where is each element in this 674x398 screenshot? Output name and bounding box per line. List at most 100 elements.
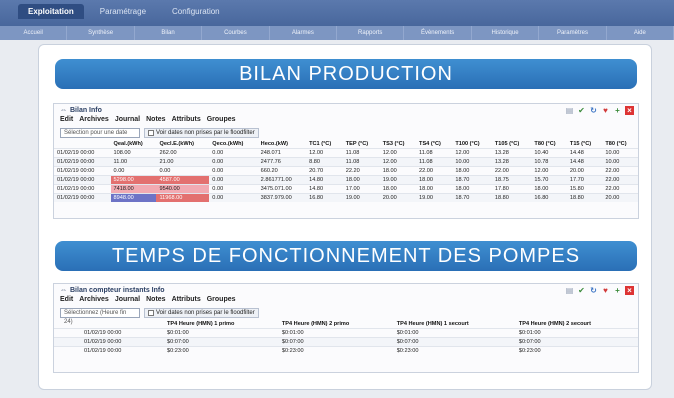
date-select[interactable]: Sélectionnez (Heure fin 24) <box>60 308 140 325</box>
table-cell: 660.20 <box>257 166 307 176</box>
date-select[interactable]: Sélection pour une date <box>60 128 140 138</box>
checkbox-label: Voir dates non prises par le floodfilter <box>156 309 255 316</box>
subnav-item[interactable]: Évènements <box>404 26 472 40</box>
column-header: TEP (°C) <box>345 141 369 147</box>
subnav-item[interactable]: Courbes <box>202 26 270 40</box>
top-tabs: Exploitation Paramétrage Configuration <box>18 4 230 19</box>
menu-notes[interactable]: Notes <box>146 296 165 306</box>
table-row[interactable]: 01/02/19 00:00 108.00 262.00 0.00 248.071 12.… <box>54 148 638 158</box>
pompes-menu: Edit Archives Journal Notes Attributs Gr… <box>54 296 638 306</box>
menu-edit[interactable]: Edit <box>60 116 73 126</box>
panel-title-text: Bilan compteur instants Info <box>70 286 165 294</box>
column-header <box>54 140 111 149</box>
menu-groupes[interactable]: Groupes <box>207 296 236 306</box>
column-header: TP4 Heure (HMN) 1 primo <box>167 321 235 327</box>
checkbox-box[interactable] <box>148 310 154 316</box>
table-cell: 18.00 <box>531 184 567 194</box>
menu-attributs[interactable]: Attributs <box>172 116 201 126</box>
table-cell: 18.80 <box>566 193 603 202</box>
table-cell: 18.00 <box>379 166 417 176</box>
menu-journal[interactable]: Journal <box>115 116 140 126</box>
table-cell: 8.80 <box>306 157 343 167</box>
refresh-icon[interactable]: ↻ <box>589 106 598 115</box>
pompes-panel: ⇔ Bilan compteur instants Info ▤ ✔ ↻ ♥ +… <box>53 283 639 373</box>
subnav-item[interactable]: Alarmes <box>270 26 338 40</box>
table-cell: 18.80 <box>491 193 532 202</box>
table-cell: 14.48 <box>566 157 603 167</box>
floodfilter-checkbox[interactable]: Voir dates non prises par le floodfilter <box>144 128 259 138</box>
production-menu: Edit Archives Journal Notes Attributs Gr… <box>54 116 638 126</box>
close-icon[interactable]: × <box>625 286 634 295</box>
menu-archives[interactable]: Archives <box>79 116 109 126</box>
heart-icon[interactable]: ♥ <box>601 286 610 295</box>
table-cell: 10.00 <box>602 157 638 167</box>
add-icon[interactable]: + <box>613 106 622 115</box>
table-cell: 10.40 <box>531 148 567 158</box>
table-row[interactable]: 01/02/19 00:00 $0:07:00 $0:07:00 $0:07:00 $0… <box>54 337 638 347</box>
table-icon[interactable]: ▤ <box>565 286 574 295</box>
pompes-filters: Sélectionnez (Heure fin 24) Voir dates n… <box>54 306 638 325</box>
table-cell: 0.00 <box>110 166 157 176</box>
collapse-icon[interactable]: ⇔ <box>60 287 67 294</box>
menu-journal[interactable]: Journal <box>115 296 140 306</box>
table-row[interactable]: 01/02/19 00:00 5298.00 4587.00 0.00 2.861771… <box>54 175 638 185</box>
table-cell: 11.08 <box>342 157 380 167</box>
table-header-row: Qeal.(kWh) Qecl.E.(kWh) Qeco.(kWh) Heco.… <box>54 140 638 149</box>
panel-tools: ▤ ✔ ↻ ♥ + × <box>565 106 634 115</box>
row-date-cell: 01/02/19 00:00 <box>54 166 111 176</box>
table-icon[interactable]: ▤ <box>565 106 574 115</box>
menu-edit[interactable]: Edit <box>60 296 73 306</box>
column-header: T100 (°C) <box>455 141 480 147</box>
collapse-icon[interactable]: ⇔ <box>60 107 67 114</box>
table-row[interactable]: 01/02/19 00:00 8948.00 11968.00 0.00 3837.97… <box>54 193 638 202</box>
add-icon[interactable]: + <box>613 286 622 295</box>
subnav-item[interactable]: Synthèse <box>67 26 135 40</box>
subnav-item[interactable]: Aide <box>607 26 674 40</box>
table-row[interactable]: 01/02/19 00:00 0.00 0.00 0.00 660.20 20.70 22.… <box>54 166 638 176</box>
subnav-item[interactable]: Historique <box>472 26 540 40</box>
menu-groupes[interactable]: Groupes <box>207 116 236 126</box>
table-cell: 262.00 <box>156 148 210 158</box>
pompes-table: TP4 Heure (HMN) 1 primo TP4 Heure (HMN) … <box>54 320 638 355</box>
table-cell: 12.00 <box>379 148 417 158</box>
tab-exploitation[interactable]: Exploitation <box>18 4 84 19</box>
subnav-item[interactable]: Accueil <box>0 26 68 40</box>
table-cell: 8948.00 <box>110 193 157 202</box>
table-cell: 248.071 <box>257 148 307 158</box>
subnav-item[interactable]: Bilan <box>135 26 203 40</box>
tab-parametrage[interactable]: Paramétrage <box>90 4 156 19</box>
row-date-cell: 01/02/19 00:00 <box>54 193 111 202</box>
table-cell: $0:01:00 <box>393 328 516 338</box>
table-row[interactable]: 01/02/19 00:00 $0:01:00 $0:01:00 $0:01:00 $0… <box>54 328 638 338</box>
top-bar: Exploitation Paramétrage Configuration A… <box>0 0 674 40</box>
table-cell: 22.00 <box>491 166 532 176</box>
pompes-panel-title: ⇔ Bilan compteur instants Info ▤ ✔ ↻ ♥ +… <box>54 284 638 296</box>
check-icon[interactable]: ✔ <box>577 106 586 115</box>
checkbox-label: Voir dates non prises par le floodfilter <box>156 129 255 136</box>
table-cell: $0:01:00 <box>515 328 638 338</box>
floodfilter-checkbox[interactable]: Voir dates non prises par le floodfilter <box>144 308 259 318</box>
menu-archives[interactable]: Archives <box>79 296 109 306</box>
row-date-cell: 01/02/19 00:00 <box>54 157 111 167</box>
menu-attributs[interactable]: Attributs <box>172 296 201 306</box>
table-cell: 11.00 <box>110 157 157 167</box>
subnav-item[interactable]: Rapports <box>337 26 405 40</box>
close-icon[interactable]: × <box>625 106 634 115</box>
tab-configuration[interactable]: Configuration <box>162 4 230 19</box>
check-icon[interactable]: ✔ <box>577 286 586 295</box>
menu-notes[interactable]: Notes <box>146 116 165 126</box>
table-cell: 0.00 <box>209 157 258 167</box>
heart-icon[interactable]: ♥ <box>601 106 610 115</box>
table-cell: 21.00 <box>156 157 210 167</box>
table-row[interactable]: 01/02/19 00:00 7418.00 9540.00 0.00 3475.071… <box>54 184 638 194</box>
refresh-icon[interactable]: ↻ <box>589 286 598 295</box>
production-table: Qeal.(kWh) Qecl.E.(kWh) Qeco.(kWh) Heco.… <box>54 140 638 202</box>
table-cell: 5298.00 <box>110 175 157 185</box>
subnav-item[interactable]: Paramètres <box>539 26 607 40</box>
checkbox-box[interactable] <box>148 130 154 136</box>
table-row[interactable]: 01/02/19 00:00 11.00 21.00 0.00 2477.76 8.80 1… <box>54 157 638 167</box>
table-cell: 0.00 <box>209 148 258 158</box>
table-row[interactable]: 01/02/19 00:00 $0:23:00 $0:23:00 $0:23:00 $0… <box>54 346 638 355</box>
table-cell: 2.861771.00 <box>257 175 307 185</box>
row-date-cell: 01/02/19 00:00 <box>54 328 164 338</box>
